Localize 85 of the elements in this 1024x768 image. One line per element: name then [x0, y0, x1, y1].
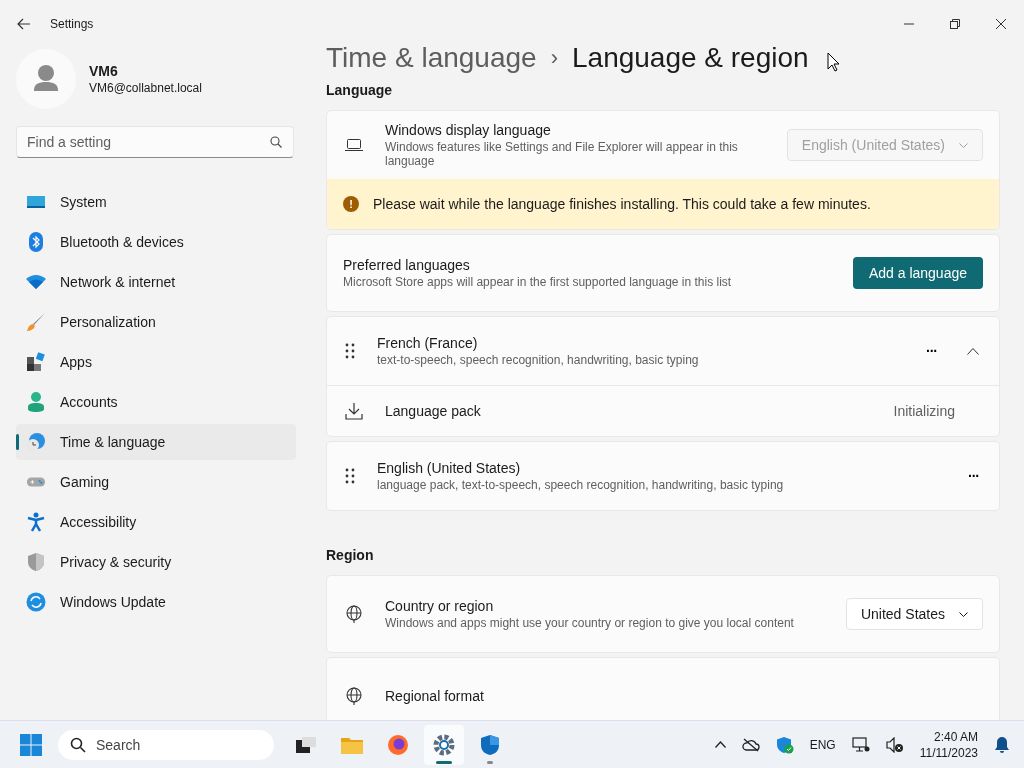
- search-icon: [70, 736, 86, 753]
- chevron-down-icon: [959, 142, 968, 148]
- warning-icon: !: [343, 196, 359, 212]
- bluetooth-icon: [26, 232, 46, 252]
- chevron-down-icon: [959, 611, 968, 617]
- sidebar-item[interactable]: Personalization: [16, 304, 296, 340]
- cloud-offline-icon[interactable]: [741, 737, 760, 752]
- shield-icon: [26, 552, 46, 572]
- globe-clock-icon: [26, 432, 46, 452]
- person-icon: [26, 392, 46, 412]
- network-icon[interactable]: [851, 736, 870, 753]
- language-card[interactable]: French (France) text-to-speech, speech recognition, handwriting, basic typing ··· Language pack Initializing: [326, 316, 1000, 437]
- user-name: VM6: [89, 63, 119, 79]
- download-icon: [345, 402, 363, 420]
- sidebar-item[interactable]: System: [16, 184, 296, 220]
- setting-description: Windows and apps might use your country or region to give you local content: [385, 616, 795, 630]
- back-icon[interactable]: [17, 18, 31, 30]
- warning-message: Please wait while the language finishes installing. This could take a few minutes.: [373, 196, 871, 212]
- search-field[interactable]: Find a setting: [16, 126, 294, 158]
- section-heading: Region: [326, 547, 375, 563]
- bell-icon[interactable]: [994, 735, 1010, 754]
- gamepad-icon: [26, 474, 46, 490]
- apps-icon: [26, 352, 46, 372]
- more-button[interactable]: ···: [922, 339, 941, 363]
- sidebar-item[interactable]: Time & language: [16, 424, 296, 460]
- user-email: VM6@collabnet.local: [89, 81, 202, 95]
- setting-title: Language pack: [385, 403, 482, 419]
- maximize-icon[interactable]: [950, 19, 960, 29]
- wifi-icon: [26, 274, 46, 290]
- update-icon: [26, 592, 46, 612]
- folder-icon: [341, 735, 363, 754]
- security-shield-icon[interactable]: [775, 735, 794, 754]
- paintbrush-icon: [26, 312, 46, 332]
- settings-icon: [433, 733, 455, 756]
- breadcrumb-separator: ›: [550, 45, 558, 71]
- setting-title: Windows display language: [385, 122, 552, 138]
- language-name: French (France): [377, 335, 479, 351]
- clock-date[interactable]: 11/11/2023: [919, 744, 978, 761]
- sidebar-item[interactable]: Apps: [16, 344, 296, 380]
- speaker-muted-icon[interactable]: [885, 736, 904, 753]
- language-card[interactable]: English (United States) language pack, text-to-speech, speech recognition, handwriting, basic typing ···: [326, 441, 1000, 511]
- task-view-icon: [296, 736, 316, 753]
- breadcrumb-link[interactable]: Time & language: [326, 42, 537, 74]
- taskbar-app[interactable]: [424, 724, 464, 765]
- drag-handle-icon[interactable]: [345, 343, 355, 359]
- sidebar-item[interactable]: Gaming: [16, 464, 296, 500]
- setting-title: Preferred languages: [343, 257, 471, 273]
- chevron-up-icon[interactable]: [714, 741, 726, 748]
- sidebar-item[interactable]: Bluetooth & devices: [16, 224, 296, 260]
- drag-handle-icon[interactable]: [345, 468, 355, 484]
- start-icon[interactable]: [20, 733, 42, 756]
- browser-icon: [387, 733, 409, 756]
- section-heading: Language: [326, 82, 394, 98]
- clock-time[interactable]: 2:40 AM: [933, 728, 978, 745]
- window-title: Settings: [50, 17, 94, 31]
- setting-title: Country or region: [385, 598, 495, 614]
- more-button[interactable]: ···: [964, 464, 983, 488]
- setting-title: Regional format: [385, 688, 485, 704]
- status-text: Initializing: [893, 403, 955, 419]
- add-language-button[interactable]: Add a language: [852, 257, 983, 289]
- language-features: language pack, text-to-speech, speech recognition, handwriting, basic typing: [377, 478, 785, 492]
- globe-icon: [345, 687, 363, 705]
- chevron-up-icon: [967, 347, 979, 355]
- laptop-icon: [345, 138, 363, 152]
- accessibility-icon: [26, 512, 46, 532]
- sidebar-item[interactable]: Accounts: [16, 384, 296, 420]
- sidebar-item[interactable]: Accessibility: [16, 504, 296, 540]
- language-indicator[interactable]: ENG: [809, 737, 836, 752]
- mouse-pointer-icon: [827, 52, 840, 72]
- monitor-icon: [26, 194, 46, 210]
- globe-icon: [345, 605, 363, 623]
- sidebar-item[interactable]: Network & internet: [16, 264, 296, 300]
- shield-icon: [480, 733, 500, 756]
- page-title: Language & region: [572, 42, 809, 74]
- language-features: text-to-speech, speech recognition, handwriting, basic typing: [377, 353, 700, 367]
- setting-description: Microsoft Store apps will appear in the first supported language in this list: [343, 275, 733, 289]
- search-icon: [270, 136, 282, 148]
- language-name: English (United States): [377, 460, 522, 476]
- country-dropdown[interactable]: United States: [845, 598, 983, 630]
- sidebar-item[interactable]: Windows Update: [16, 584, 296, 620]
- sidebar-item[interactable]: Privacy & security: [16, 544, 296, 580]
- close-icon[interactable]: [996, 19, 1006, 29]
- taskbar-search[interactable]: Search: [58, 729, 274, 760]
- setting-description: Windows features like Settings and File Explorer will appear in this language: [385, 140, 739, 168]
- avatar-icon: [16, 49, 76, 109]
